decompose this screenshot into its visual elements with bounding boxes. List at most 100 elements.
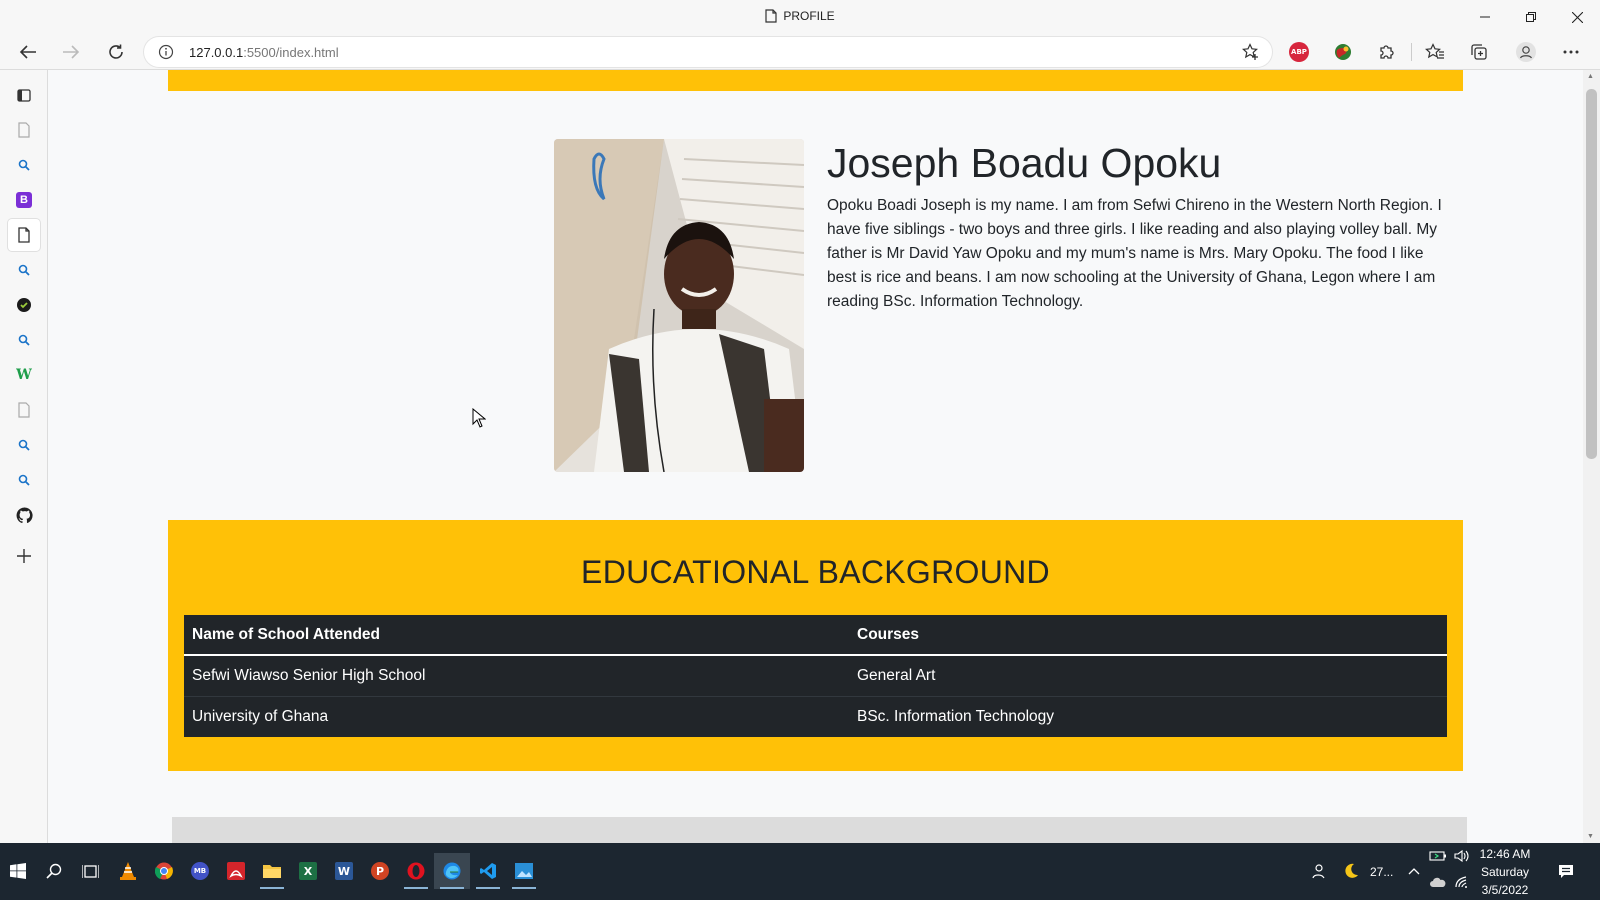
sidebar-item-search-1[interactable] (8, 149, 40, 181)
collections-button[interactable] (1467, 40, 1491, 64)
taskbar-app-edge[interactable] (434, 853, 470, 889)
start-button[interactable] (0, 853, 36, 889)
people-icon (1312, 864, 1325, 879)
sidebar-item-search-5[interactable] (8, 464, 40, 496)
restore-button[interactable] (1508, 0, 1554, 34)
minimize-icon (1480, 16, 1490, 18)
favorites-button[interactable] (1423, 40, 1447, 64)
taskbar-app-vscode[interactable] (470, 853, 506, 889)
taskbar-app-photos[interactable] (506, 853, 542, 889)
action-center-button[interactable] (1548, 853, 1584, 889)
toolbar-separator (1411, 43, 1412, 61)
header-band (168, 70, 1463, 91)
table-row: University of Ghana BSc. Information Tec… (184, 695, 1447, 737)
refresh-icon (109, 44, 123, 59)
back-arrow-icon (19, 45, 36, 59)
table-cell-course: BSc. Information Technology (849, 695, 1447, 737)
sidebar-item-page-2[interactable] (8, 394, 40, 426)
github-icon (16, 507, 33, 523)
page-scrollbar[interactable]: ▲ ▼ (1583, 70, 1600, 843)
sidebar-item-bootstrap[interactable]: B (8, 184, 40, 216)
search-icon (18, 474, 30, 486)
scroll-up-arrow-icon[interactable]: ▲ (1587, 73, 1594, 80)
page-icon (18, 402, 30, 418)
url-text[interactable]: 127.0.0.1:5500/index.html (189, 45, 339, 60)
taskbar-search-button[interactable] (36, 853, 72, 889)
people-button[interactable] (1300, 853, 1336, 889)
taskbar-app-powerpoint[interactable]: P (362, 853, 398, 889)
add-icon (17, 549, 31, 563)
clock-date: 3/5/2022 (1481, 883, 1529, 897)
weather-widget[interactable] (1333, 853, 1369, 889)
taskbar-app-word[interactable]: W (326, 853, 362, 889)
taskbar-app-vlc[interactable] (110, 853, 146, 889)
sidebar-item-search-2[interactable] (8, 254, 40, 286)
sidebar-item-tabs[interactable] (8, 79, 40, 111)
address-bar[interactable]: 127.0.0.1:5500/index.html (144, 37, 1272, 67)
profile-photo-image (554, 139, 804, 472)
profile-icon (1516, 42, 1536, 62)
globe-extension-button[interactable] (1331, 40, 1355, 64)
sidebar-add-button[interactable] (8, 540, 40, 572)
profile-button[interactable] (1514, 40, 1538, 64)
sidebar-item-app[interactable] (8, 289, 40, 321)
circle-app-icon (17, 298, 31, 312)
task-view-icon (81, 864, 99, 878)
settings-menu-button[interactable] (1559, 40, 1583, 64)
sidebar-item-w-app[interactable]: W (8, 359, 40, 391)
scroll-down-arrow-icon[interactable]: ▼ (1587, 833, 1594, 840)
w-app-icon: W (16, 367, 32, 383)
window-title: PROFILE (0, 9, 1600, 23)
table-row: Sefwi Wiawso Senior High School General … (184, 654, 1447, 696)
close-button[interactable] (1554, 0, 1600, 34)
page-viewport: Joseph Boadu Opoku Opoku Boadi Joseph is… (48, 70, 1583, 843)
taskbar-app-file-explorer[interactable] (254, 853, 290, 889)
education-title: EDUCATIONAL BACKGROUND (581, 554, 1050, 590)
system-clock[interactable]: 12:46 AM Saturday 3/5/2022 (1468, 845, 1542, 899)
taskbar-app-mb[interactable]: MB (182, 853, 218, 889)
search-icon (18, 334, 30, 346)
notification-icon (1559, 864, 1573, 878)
taskbar-app-opera[interactable] (398, 853, 434, 889)
windows-logo-icon (10, 863, 26, 879)
profile-name: Joseph Boadu Opoku (827, 140, 1222, 186)
profile-photo (554, 139, 804, 472)
browser-sidebar: B W (0, 70, 48, 843)
abp-extension-button[interactable]: ABP (1287, 40, 1311, 64)
table-cell-course: General Art (849, 654, 1447, 696)
sidebar-item-page-1[interactable] (8, 114, 40, 146)
back-button[interactable] (12, 36, 44, 68)
document-icon (765, 9, 777, 23)
sidebar-item-page-active[interactable] (8, 219, 40, 251)
url-host: 127.0.0.1 (189, 45, 244, 60)
education-table: Name of School Attended Courses Sefwi Wi… (184, 615, 1447, 737)
chevron-up-icon (1408, 868, 1420, 875)
task-view-button[interactable] (72, 853, 108, 889)
bootstrap-icon: B (16, 192, 32, 208)
search-icon (18, 264, 30, 276)
sidebar-item-search-3[interactable] (8, 324, 40, 356)
edge-icon (443, 862, 461, 880)
taskbar-app-excel[interactable]: X (290, 853, 326, 889)
chrome-icon (155, 862, 173, 880)
weather-temperature[interactable]: 27... (1370, 865, 1393, 879)
more-icon (1563, 50, 1579, 54)
minimize-button[interactable] (1462, 0, 1508, 34)
title-bar: PROFILE (0, 0, 1600, 34)
forward-button[interactable] (55, 36, 87, 68)
refresh-button[interactable] (100, 36, 132, 68)
sidebar-item-search-4[interactable] (8, 429, 40, 461)
table-header-row: Name of School Attended Courses (184, 615, 1447, 656)
info-icon (158, 44, 174, 60)
puzzle-icon (1380, 45, 1394, 59)
scrollbar-thumb[interactable] (1586, 89, 1597, 459)
extensions-button[interactable] (1375, 40, 1399, 64)
powerpoint-icon: P (371, 862, 389, 880)
taskbar-app-chrome[interactable] (146, 853, 182, 889)
table-cell-school: Sefwi Wiawso Senior High School (184, 654, 849, 696)
add-favorite-icon[interactable] (1242, 43, 1260, 61)
vscode-icon (480, 863, 496, 879)
taskbar-app-acrobat[interactable] (218, 853, 254, 889)
globe-extension-icon (1335, 44, 1351, 60)
sidebar-item-github[interactable] (8, 499, 40, 531)
